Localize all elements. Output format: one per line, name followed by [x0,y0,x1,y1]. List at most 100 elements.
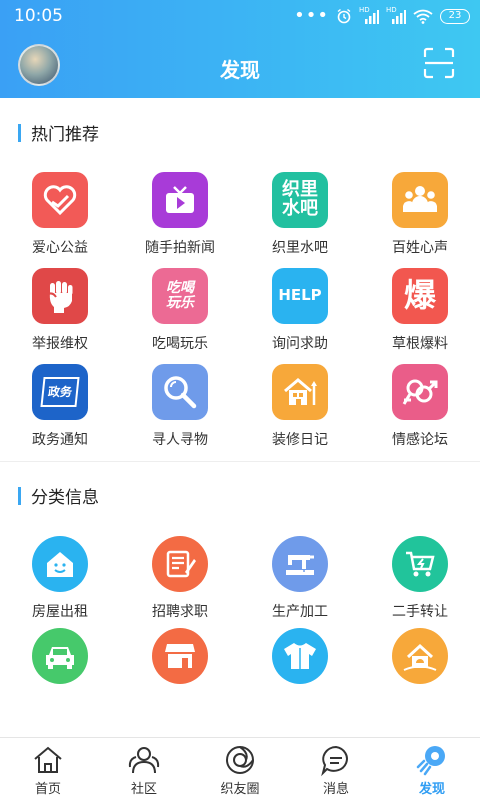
tile-renovation [272,364,328,420]
grid-item-label: 织里水吧 [272,240,328,256]
tile-store [152,628,208,684]
tile-recruitment [152,536,208,592]
grid-item-help[interactable]: HELP 询问求助 [240,268,360,353]
tab-label: 首页 [34,782,61,797]
tile-report [32,268,88,324]
grid-item-label: 政务通知 [32,432,88,448]
tile-second-hand [392,536,448,592]
grid-item-manufacturing[interactable]: 生产加工 [240,536,360,621]
section-title-category: 分类信息 [18,483,99,508]
grid-item-car[interactable] [0,628,120,693]
grid-item-report[interactable]: 举报维权 [0,268,120,353]
resume-pen-icon [166,550,196,578]
status-bar: 10:05 ••• HD HD 23 [0,0,480,34]
grid-item-label: 寻人寻物 [152,432,208,448]
tab-home[interactable]: 首页 [0,738,96,800]
people-group-icon [403,186,437,212]
tile-house-rent [32,536,88,592]
help-text-icon: HELP [278,286,322,305]
grid-item-house-location[interactable] [360,628,480,693]
tile-water-bar: 织里 水吧 [272,172,328,228]
tile-grassroots: 爆 [392,268,448,324]
status-time: 10:05 [14,6,63,26]
status-icons: ••• HD HD 23 [294,6,470,25]
signal-2-icon: HD [386,6,406,24]
sewing-machine-icon [286,555,314,575]
shopping-cart-icon [406,551,435,577]
grid-item-house-rent[interactable]: 房屋出租 [0,536,120,621]
house-renovation-icon [284,378,317,405]
section-divider [0,461,480,462]
grid-item-second-hand[interactable]: 二手转让 [360,536,480,621]
house-location-icon [403,643,437,671]
eat-drink-text-icon: 吃喝 玩乐 [166,280,194,311]
tab-community[interactable]: 社区 [96,738,192,800]
section-title-hot: 热门推荐 [18,120,99,145]
tile-clothing [272,628,328,684]
tab-label: 消息 [322,782,349,797]
tile-public-voice [392,172,448,228]
tab-label: 发现 [418,782,445,797]
heart-hand-icon [43,185,77,216]
tile-gov-notice: 政务 [32,364,88,420]
grid-item-snap-news[interactable]: 随手拍新闻 [120,172,240,257]
grid-item-water-bar[interactable]: 织里 水吧 织里水吧 [240,172,360,257]
grid-item-label: 百姓心声 [392,240,448,256]
grid-item-store[interactable] [120,628,240,693]
grid-item-public-voice[interactable]: 百姓心声 [360,172,480,257]
gov-notice-text: 政务 [47,384,73,399]
clothing-icon [284,643,316,669]
grid-item-grassroots[interactable]: 爆 草根爆料 [360,268,480,353]
home-icon [34,746,62,773]
tile-eat-drink: 吃喝 玩乐 [152,268,208,324]
discover-rocket-icon [416,746,445,776]
grid-item-gov-notice[interactable]: 政务 政务通知 [0,364,120,449]
grid-item-label: 二手转让 [392,604,448,620]
tile-charity [32,172,88,228]
section-title-category-text: 分类信息 [31,488,99,508]
house-smile-icon [47,552,73,577]
tile-car [32,628,88,684]
grid-item-charity[interactable]: 爱心公益 [0,172,120,257]
scan-icon[interactable] [422,46,456,80]
alarm-icon [337,8,351,24]
government-notice-icon: 政务 [40,377,80,407]
grid-item-label: 房屋出租 [32,604,88,620]
grid-item-label: 情感论坛 [392,432,448,448]
gender-symbol-icon [402,379,438,405]
water-bar-text-icon: 织里 水吧 [282,179,318,219]
tab-messages[interactable]: 消息 [288,738,384,800]
tile-lost-found [152,364,208,420]
tab-friend-circle[interactable]: 织友圈 [192,738,288,800]
tile-manufacturing [272,536,328,592]
magnifier-icon [164,376,197,409]
grid-item-emotion-forum[interactable]: 情感论坛 [360,364,480,449]
grid-item-recruitment[interactable]: 招聘求职 [120,536,240,621]
grid-item-label: 生产加工 [272,604,328,620]
tab-bar: 首页 社区 织友圈 消息 发现 [0,737,480,800]
tab-label: 社区 [130,782,157,797]
grid-item-clothing[interactable] [240,628,360,693]
tab-label: 织友圈 [220,782,260,797]
storefront-icon [165,644,195,668]
grid-item-label: 草根爆料 [392,336,448,352]
grid-item-eat-drink[interactable]: 吃喝 玩乐 吃喝玩乐 [120,268,240,353]
explode-text-icon: 爆 [403,276,436,315]
battery-icon: 23 [440,8,470,24]
grid-item-label: 举报维权 [32,336,88,352]
tv-play-icon [166,186,194,213]
tile-house-location [392,628,448,684]
section-title-hot-text: 热门推荐 [31,125,99,145]
message-icon [321,745,348,777]
grid-item-renovation[interactable]: 装修日记 [240,364,360,449]
grid-item-lost-found[interactable]: 寻人寻物 [120,364,240,449]
grid-item-label: 随手拍新闻 [145,240,215,256]
community-icon [128,747,160,774]
friend-circle-icon [226,746,254,774]
grid-item-label: 爱心公益 [32,240,88,256]
raised-fist-icon [47,281,73,313]
tab-discover[interactable]: 发现 [384,738,480,800]
grid-item-label: 招聘求职 [152,604,208,620]
tile-snap-news [152,172,208,228]
grid-item-label: 吃喝玩乐 [152,336,208,352]
